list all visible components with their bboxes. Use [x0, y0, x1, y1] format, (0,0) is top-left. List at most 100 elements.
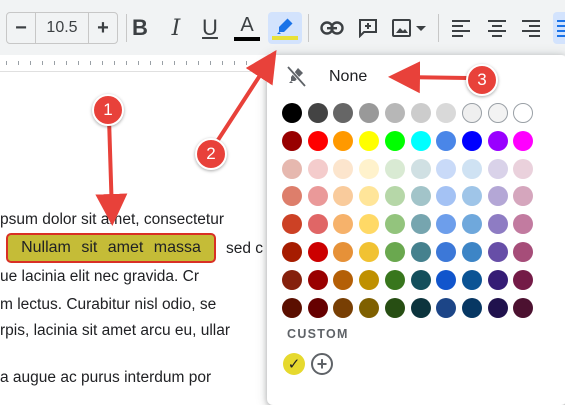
color-swatch[interactable]: [282, 269, 302, 290]
add-comment-button[interactable]: [352, 12, 384, 44]
color-swatch[interactable]: [487, 269, 508, 290]
color-swatch[interactable]: [436, 158, 457, 179]
color-swatch[interactable]: [384, 103, 405, 123]
highlight-color-button[interactable]: [268, 12, 302, 44]
color-swatch[interactable]: [333, 269, 354, 290]
align-right-button[interactable]: [516, 12, 546, 44]
color-swatch[interactable]: [513, 186, 534, 207]
color-swatch[interactable]: [513, 214, 534, 235]
color-swatch[interactable]: [461, 269, 482, 290]
color-swatch[interactable]: [307, 242, 328, 262]
align-center-button[interactable]: [482, 12, 512, 44]
color-swatch[interactable]: [333, 158, 354, 179]
color-swatch[interactable]: [359, 269, 380, 290]
insert-image-icon: [392, 19, 426, 37]
color-swatch[interactable]: [359, 297, 380, 318]
color-swatch[interactable]: [410, 242, 431, 262]
add-custom-color-button[interactable]: +: [311, 353, 333, 375]
color-swatch[interactable]: [513, 103, 534, 123]
color-swatch[interactable]: [461, 130, 482, 151]
color-swatch[interactable]: [436, 103, 457, 123]
increase-font-size-button[interactable]: +: [89, 13, 117, 43]
underline-button[interactable]: U: [194, 12, 226, 44]
color-swatch[interactable]: [436, 297, 457, 318]
color-swatch[interactable]: [487, 158, 508, 179]
color-swatch[interactable]: [359, 186, 380, 207]
color-swatch[interactable]: [487, 130, 508, 151]
color-swatch[interactable]: [307, 130, 328, 151]
color-swatch[interactable]: [513, 269, 534, 290]
color-swatch[interactable]: [384, 297, 405, 318]
color-swatch[interactable]: [384, 158, 405, 179]
color-swatch[interactable]: [410, 158, 431, 179]
decrease-font-size-button[interactable]: −: [7, 13, 35, 43]
italic-button[interactable]: I: [160, 12, 192, 44]
color-swatch[interactable]: [461, 297, 482, 318]
color-swatch[interactable]: [333, 103, 354, 123]
color-swatch[interactable]: [513, 297, 534, 318]
color-swatch[interactable]: [461, 158, 482, 179]
color-swatch[interactable]: [282, 214, 302, 235]
color-swatch[interactable]: [384, 242, 405, 262]
color-swatch[interactable]: [487, 297, 508, 318]
color-swatch[interactable]: [307, 103, 328, 123]
color-swatch[interactable]: [282, 186, 302, 207]
color-swatch[interactable]: [410, 130, 431, 151]
color-swatch[interactable]: [410, 214, 431, 235]
color-swatch[interactable]: [359, 214, 380, 235]
color-swatch[interactable]: [461, 186, 482, 207]
color-swatch[interactable]: [333, 297, 354, 318]
highlighted-text[interactable]: Nullam sit amet massa: [6, 233, 216, 263]
bold-button[interactable]: B: [124, 12, 156, 44]
color-swatch[interactable]: [384, 269, 405, 290]
color-swatch[interactable]: [410, 269, 431, 290]
align-justify-button[interactable]: [553, 12, 565, 44]
color-swatch[interactable]: [436, 130, 457, 151]
no-highlight-option[interactable]: None: [267, 63, 565, 93]
color-swatch[interactable]: [333, 242, 354, 262]
color-swatch[interactable]: [282, 130, 302, 151]
color-swatch[interactable]: [384, 214, 405, 235]
color-swatch[interactable]: [307, 297, 328, 318]
color-swatch[interactable]: [513, 242, 534, 262]
color-swatch[interactable]: [282, 158, 302, 179]
color-swatch[interactable]: [487, 186, 508, 207]
color-swatch[interactable]: [487, 242, 508, 262]
color-swatch[interactable]: [436, 186, 457, 207]
custom-color-swatch[interactable]: ✓: [283, 353, 305, 375]
color-swatch[interactable]: [282, 103, 302, 123]
align-left-button[interactable]: [446, 12, 476, 44]
color-swatch[interactable]: [333, 186, 354, 207]
color-swatch[interactable]: [384, 186, 405, 207]
color-swatch[interactable]: [461, 242, 482, 262]
color-swatch[interactable]: [513, 158, 534, 179]
color-swatch[interactable]: [513, 130, 534, 151]
color-swatch[interactable]: [410, 103, 431, 123]
color-swatch[interactable]: [307, 158, 328, 179]
color-swatch[interactable]: [282, 297, 302, 318]
insert-image-button[interactable]: [388, 12, 432, 44]
color-swatch[interactable]: [333, 214, 354, 235]
insert-link-button[interactable]: [316, 12, 348, 44]
color-swatch[interactable]: [307, 214, 328, 235]
color-swatch[interactable]: [436, 269, 457, 290]
color-swatch[interactable]: [410, 186, 431, 207]
text-color-button[interactable]: A: [232, 12, 262, 44]
color-swatch[interactable]: [410, 297, 431, 318]
color-swatch[interactable]: [461, 103, 482, 123]
color-swatch[interactable]: [359, 242, 380, 262]
color-swatch[interactable]: [436, 242, 457, 262]
color-swatch[interactable]: [359, 158, 380, 179]
color-swatch[interactable]: [487, 214, 508, 235]
color-swatch[interactable]: [436, 214, 457, 235]
color-swatch[interactable]: [359, 103, 380, 123]
color-swatch[interactable]: [359, 130, 380, 151]
color-swatch[interactable]: [307, 269, 328, 290]
color-swatch[interactable]: [307, 186, 328, 207]
font-size-input[interactable]: 10.5: [35, 13, 89, 43]
color-swatch[interactable]: [282, 242, 302, 262]
color-swatch[interactable]: [384, 130, 405, 151]
color-swatch[interactable]: [461, 214, 482, 235]
color-swatch[interactable]: [333, 130, 354, 151]
color-swatch[interactable]: [487, 103, 508, 123]
